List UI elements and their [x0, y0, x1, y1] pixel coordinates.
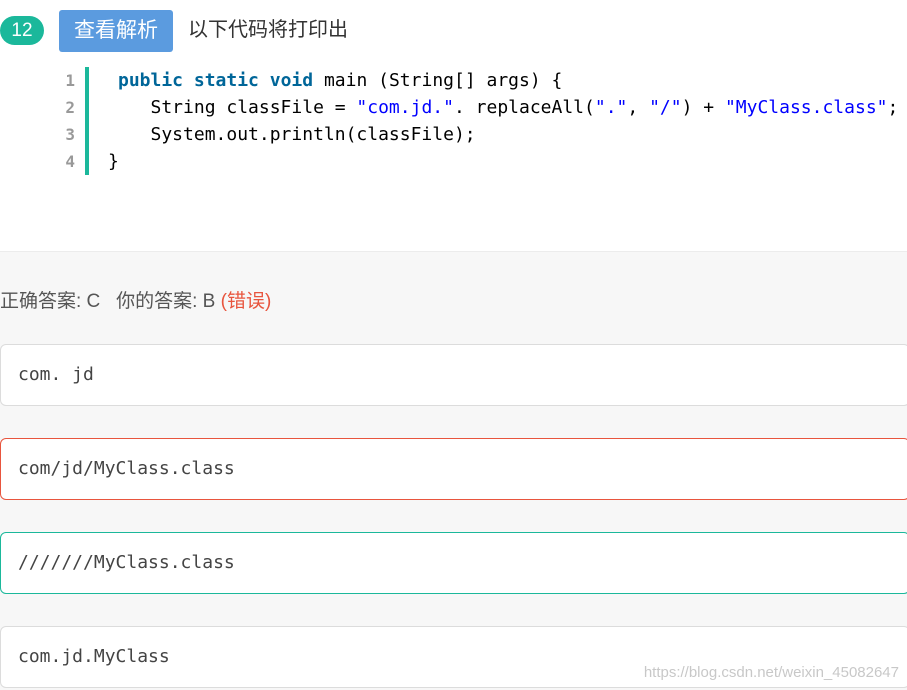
answer-summary: 正确答案: C 你的答案: B (错误) [0, 286, 271, 313]
option-text: com/jd/MyClass.class [18, 458, 235, 479]
question-number-badge: 12 [0, 16, 44, 45]
option-b[interactable]: com/jd/MyClass.class [0, 438, 907, 500]
option-a[interactable]: com. jd [0, 344, 907, 406]
code-line: } [108, 151, 119, 172]
code-line: System.out.println(classFile); [118, 124, 476, 145]
option-c[interactable]: ///////MyClass.class [0, 532, 907, 594]
line-number: 1 [65, 71, 75, 90]
question-header: 12 查看解析 以下代码将打印出 [0, 10, 907, 52]
answer-area: 正确答案: C 你的答案: B (错误) com. jd com/jd/MyCl… [0, 251, 907, 690]
correct-answer-label: 正确答案: C [0, 291, 101, 312]
option-text: com.jd.MyClass [18, 646, 170, 667]
option-text: com. jd [18, 364, 94, 385]
line-number: 4 [65, 152, 75, 171]
question-prompt: 以下代码将打印出 [188, 19, 348, 41]
watermark: https://blog.csdn.net/weixin_45082647 [643, 664, 899, 681]
code-line: public static void main (String[] args) … [118, 70, 563, 91]
code-block: 1 2 3 4 public static void main (String[… [55, 67, 907, 175]
your-answer-label: 你的答案: B [116, 291, 216, 312]
line-number: 3 [65, 125, 75, 144]
view-analysis-button[interactable]: 查看解析 [59, 10, 173, 52]
line-number: 2 [65, 98, 75, 117]
line-number-gutter: 1 2 3 4 [55, 67, 89, 175]
option-text: ///////MyClass.class [18, 552, 235, 573]
wrong-status: (错误) [220, 291, 272, 312]
code-line: String classFile = "com.jd.". replaceAll… [118, 97, 899, 118]
